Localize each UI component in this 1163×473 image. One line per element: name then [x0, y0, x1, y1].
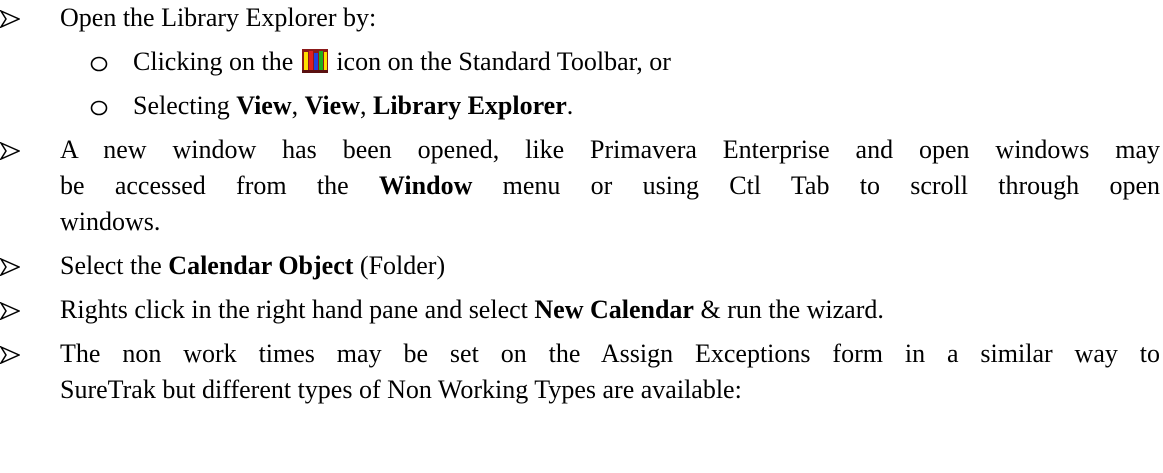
text-segment: & run the wizard.	[693, 295, 884, 324]
library-books-icon	[301, 49, 328, 73]
bullet-text: Open the Library Explorer by:	[60, 3, 377, 32]
separator: ,	[291, 91, 305, 120]
bullet-text-line-3: windows.	[60, 207, 161, 236]
text-segment: Rights click in the right hand pane and …	[60, 295, 535, 324]
arrowhead-bullet-icon	[0, 338, 20, 370]
bullet-text-line-2: SureTrak but different types of Non Work…	[60, 375, 742, 404]
text-segment: .	[566, 91, 574, 120]
arrowhead-bullet-icon	[0, 134, 20, 166]
sub-bullet-text: Selecting View, View, Library Explorer.	[133, 90, 573, 122]
sub-bullet-text: Clicking on the icon on the Standard Too…	[133, 46, 671, 78]
text-before-icon: Clicking on the	[133, 47, 294, 76]
circle-bullet-icon	[90, 46, 116, 78]
arrowhead-bullet-icon	[0, 250, 20, 282]
circle-bullet-icon	[90, 90, 116, 122]
arrowhead-bullet-icon	[0, 294, 20, 326]
text-after-icon: icon on the Standard Toolbar, or	[336, 47, 671, 76]
arrowhead-bullet-icon	[0, 2, 20, 34]
bullet-text-line-2: be accessed from the Window menu or usin…	[60, 170, 1160, 202]
bullet-text: Select the Calendar Object (Folder)	[60, 250, 445, 282]
text-segment: (Folder)	[353, 251, 446, 280]
bullet-text-line-1: The non work times may be set on the Ass…	[60, 339, 1160, 368]
bold-window: Window	[378, 171, 473, 200]
separator: ,	[359, 91, 373, 120]
text-segment: Select the	[60, 251, 169, 280]
bold-library-explorer: Library Explorer	[372, 91, 567, 120]
bold-calendar-object: Calendar Object	[168, 251, 354, 280]
bold-new-calendar: New Calendar	[534, 295, 694, 324]
bullet-text-line-1: A new window has been opened, like Prima…	[60, 135, 1160, 164]
text-segment: menu or using Ctl Tab to scroll through …	[472, 171, 1160, 200]
text-segment: Selecting	[133, 91, 237, 120]
bold-view-2: View	[304, 91, 360, 120]
text-segment: be accessed from the	[60, 171, 379, 200]
bold-view-1: View	[236, 91, 292, 120]
bullet-text: Rights click in the right hand pane and …	[60, 294, 884, 326]
